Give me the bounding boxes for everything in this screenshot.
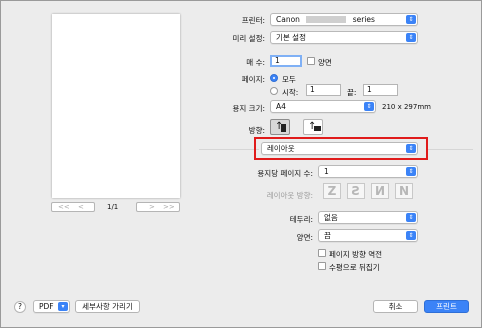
presets-value: 기본 설정	[276, 33, 306, 42]
paper-size-value: A4	[276, 102, 286, 111]
printer-popup[interactable]: Canon series ⇕	[270, 13, 418, 26]
presets-label: 미리 설정:	[232, 34, 265, 43]
two-sided-value: 끔	[324, 231, 331, 240]
chevron-updown-icon: ⇕	[364, 102, 374, 111]
layout-direction-z-icon[interactable]: Z	[323, 183, 341, 199]
pages-to-field[interactable]: 1	[363, 84, 398, 96]
flip-horizontal-label: 수평으로 뒤집기	[329, 263, 380, 272]
border-popup[interactable]: 없음 ⇕	[318, 211, 418, 224]
page-indicator: 1/1	[107, 203, 119, 211]
flip-horizontal-checkbox[interactable]	[318, 262, 326, 270]
reverse-orientation-label: 페이지 방향 역전	[329, 250, 383, 259]
pages-from-label: 시작:	[282, 88, 299, 97]
reverse-orientation-checkbox[interactable]	[318, 249, 326, 257]
section-separator-right	[428, 149, 473, 150]
printer-label: 프린터:	[241, 16, 265, 25]
section-popup[interactable]: 레이아웃 ⇕	[261, 142, 418, 155]
page-preview	[52, 14, 180, 198]
pages-per-sheet-popup[interactable]: 1 ⇕	[318, 165, 418, 178]
pages-range-radio[interactable]	[270, 87, 278, 95]
pages-to-label: 끝:	[347, 88, 357, 97]
printer-name-suffix: series	[352, 15, 375, 24]
section-separator-left	[199, 149, 259, 150]
pages-from-field[interactable]: 1	[306, 84, 341, 96]
pages-all-radio[interactable]	[270, 74, 278, 82]
next-page-icon[interactable]: >	[149, 202, 155, 213]
two-sided-label: 양면:	[296, 233, 313, 242]
cancel-button[interactable]: 취소	[373, 300, 418, 313]
copies-label: 매 수:	[246, 58, 265, 67]
layout-direction-n-reverse-icon[interactable]: И	[371, 183, 389, 199]
preview-nav-back-group: << <	[51, 202, 95, 212]
pages-per-sheet-value: 1	[324, 167, 329, 176]
orientation-label: 방향:	[248, 126, 265, 135]
chevron-updown-icon: ⇕	[406, 33, 416, 42]
paper-size-dimensions: 210 x 297mm	[382, 103, 431, 111]
help-icon: ?	[18, 302, 22, 311]
section-value: 레이아웃	[267, 144, 295, 153]
duplex-label: 양면	[318, 58, 332, 67]
pdf-label: PDF	[39, 302, 54, 311]
chevron-updown-icon: ⇕	[406, 15, 416, 24]
first-page-icon[interactable]: <<	[58, 202, 70, 213]
print-dialog: << < 1/1 > >> 프린터: Canon series ⇕ 미리 설정:…	[0, 0, 482, 328]
preview-nav-forward-group: > >>	[136, 202, 180, 212]
chevron-updown-icon: ⇕	[406, 213, 416, 222]
printer-name-prefix: Canon	[276, 15, 300, 24]
layout-direction-n-icon[interactable]: N	[395, 183, 413, 199]
paper-size-popup[interactable]: A4 ⇕	[270, 100, 376, 113]
printer-name-redacted	[306, 16, 347, 23]
layout-direction-label: 레이아웃 방향:	[266, 191, 313, 200]
paper-size-label: 용지 크기:	[232, 104, 265, 113]
pages-all-label: 모두	[282, 75, 296, 84]
pages-per-sheet-label: 용지당 페이지 수:	[257, 169, 313, 178]
previous-page-icon[interactable]: <	[78, 202, 84, 213]
chevron-updown-icon: ⇕	[406, 144, 416, 153]
two-sided-popup[interactable]: 끔 ⇕	[318, 229, 418, 242]
layout-direction-s-icon[interactable]: Ƨ	[347, 183, 365, 199]
last-page-icon[interactable]: >>	[163, 202, 175, 213]
landscape-figure-icon	[314, 126, 321, 131]
border-value: 없음	[324, 213, 338, 222]
print-button[interactable]: 프린트	[424, 300, 469, 313]
presets-popup[interactable]: 기본 설정 ⇕	[270, 31, 418, 44]
orientation-portrait-button[interactable]: ↑	[270, 119, 290, 135]
pdf-menu-button[interactable]: PDF ▾	[33, 300, 70, 313]
copies-field[interactable]: 1	[270, 55, 302, 67]
portrait-figure-icon	[281, 124, 286, 132]
chevron-updown-icon: ⇕	[406, 167, 416, 176]
orientation-landscape-button[interactable]: ↑	[303, 119, 323, 135]
chevron-down-icon: ▾	[58, 302, 68, 311]
pages-label: 페이지:	[241, 75, 265, 84]
chevron-updown-icon: ⇕	[406, 231, 416, 240]
duplex-checkbox[interactable]	[307, 57, 315, 65]
border-label: 테두리:	[289, 215, 313, 224]
hide-details-button[interactable]: 세부사항 가리기	[75, 300, 140, 313]
help-button[interactable]: ?	[14, 301, 26, 313]
